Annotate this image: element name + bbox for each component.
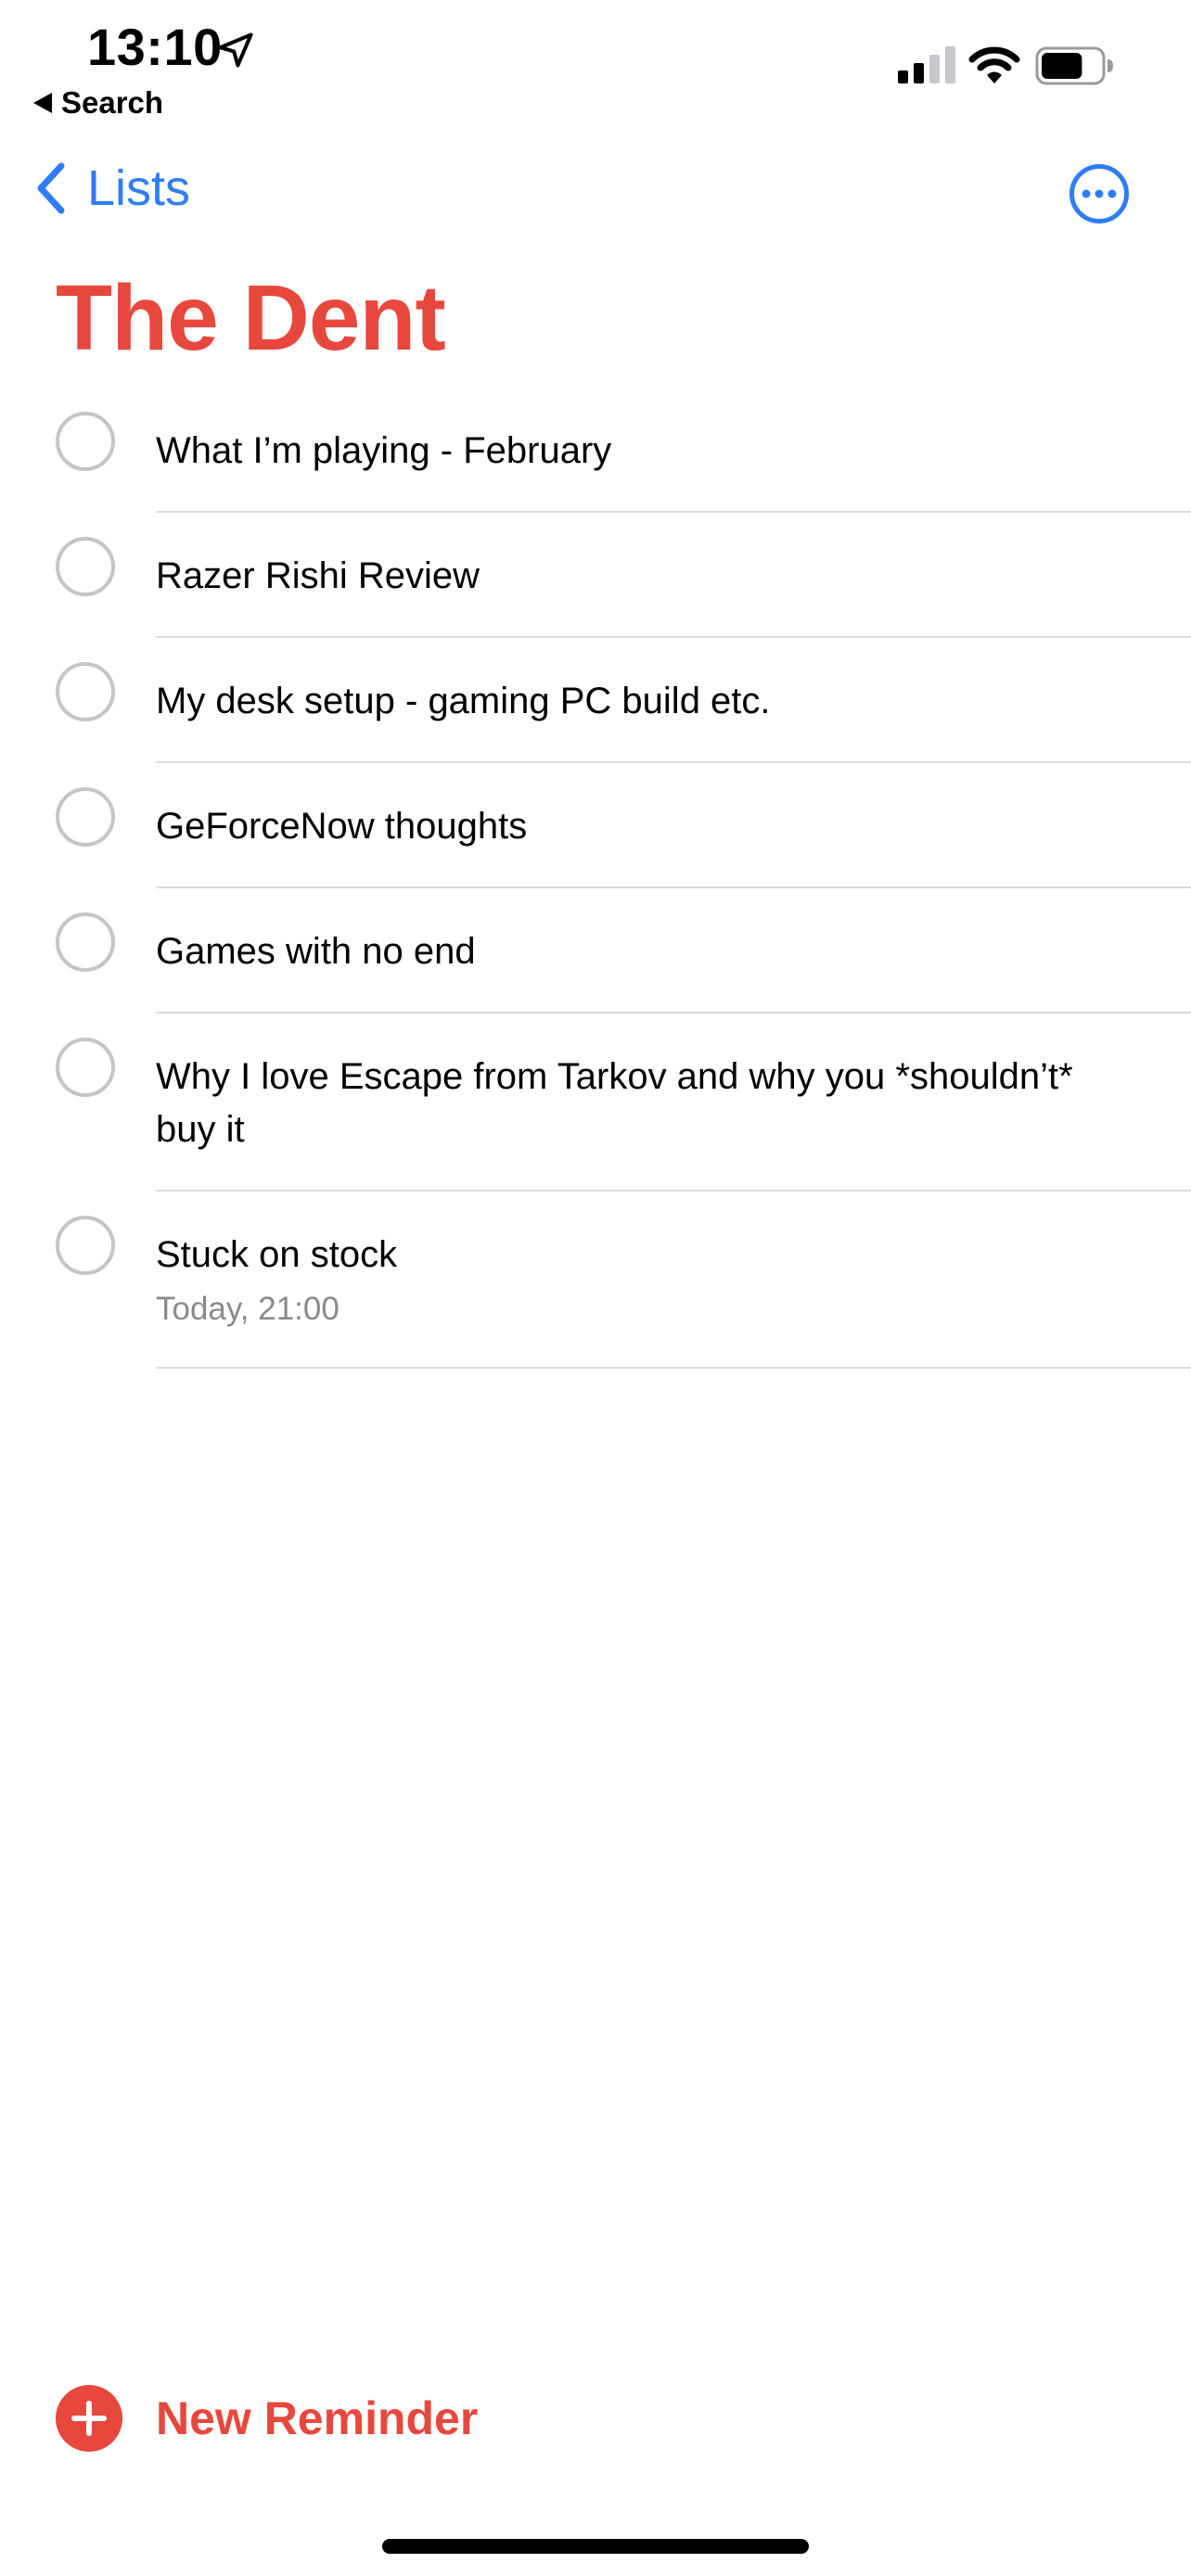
- complete-circle-button[interactable]: [56, 412, 115, 471]
- battery-icon: [1035, 46, 1113, 85]
- reminder-row[interactable]: My desk setup - gaming PC build etc.: [0, 638, 1191, 763]
- reminder-title[interactable]: GeForceNow thoughts: [156, 800, 1135, 853]
- lists-back-button[interactable]: Lists: [33, 159, 190, 217]
- plus-circle-icon: [56, 2385, 122, 2452]
- reminder-title[interactable]: Games with no end: [156, 925, 1135, 978]
- lists-back-label: Lists: [87, 160, 191, 216]
- reminder-row[interactable]: Stuck on stock Today, 21:00: [0, 1192, 1191, 1369]
- back-app-label: Search: [61, 85, 164, 120]
- complete-circle-button[interactable]: [56, 912, 115, 972]
- back-triangle-icon: [33, 93, 52, 113]
- reminders-list: What I’m playing - February Razer Rishi …: [0, 388, 1191, 1369]
- complete-circle-button[interactable]: [56, 537, 115, 596]
- reminder-title[interactable]: Why I love Escape from Tarkov and why yo…: [156, 1051, 1135, 1156]
- row-divider: [156, 1367, 1191, 1369]
- new-reminder-label: New Reminder: [156, 2392, 479, 2444]
- reminder-row[interactable]: Games with no end: [0, 888, 1191, 1014]
- reminder-row[interactable]: Why I love Escape from Tarkov and why yo…: [0, 1014, 1191, 1192]
- complete-circle-button[interactable]: [56, 662, 115, 721]
- chevron-left-icon: [37, 162, 65, 214]
- reminder-title[interactable]: Razer Rishi Review: [156, 550, 1135, 603]
- reminder-due-date: Today, 21:00: [156, 1291, 339, 1327]
- back-to-app-link[interactable]: Search: [33, 85, 163, 121]
- complete-circle-button[interactable]: [56, 1216, 115, 1275]
- cellular-signal-icon: [898, 46, 955, 83]
- reminder-row[interactable]: GeForceNow thoughts: [0, 763, 1191, 888]
- list-title: The Dent: [56, 266, 446, 370]
- complete-circle-button[interactable]: [56, 787, 115, 847]
- reminder-title[interactable]: My desk setup - gaming PC build etc.: [156, 675, 1135, 728]
- reminder-title[interactable]: Stuck on stock: [156, 1229, 1135, 1282]
- ellipsis-circle-icon[interactable]: [1069, 163, 1130, 224]
- new-reminder-button[interactable]: New Reminder: [56, 2385, 478, 2452]
- reminder-title[interactable]: What I’m playing - February: [156, 425, 1135, 478]
- complete-circle-button[interactable]: [56, 1038, 115, 1097]
- reminder-row[interactable]: What I’m playing - February: [0, 388, 1191, 513]
- status-time: 13:10: [87, 18, 223, 76]
- wifi-icon: [968, 46, 1020, 83]
- location-arrow-icon: [218, 32, 253, 68]
- reminder-row[interactable]: Razer Rishi Review: [0, 513, 1191, 638]
- home-indicator[interactable]: [382, 2539, 809, 2554]
